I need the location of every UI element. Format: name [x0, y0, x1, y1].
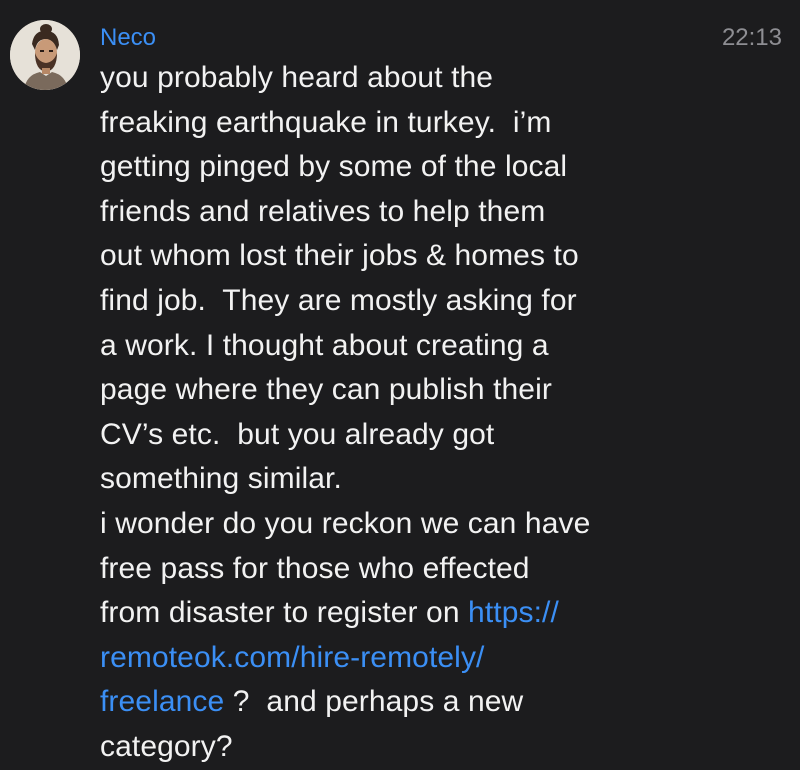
sender-avatar[interactable] — [10, 20, 80, 90]
sender-name[interactable]: Neco — [100, 24, 156, 52]
chat-message: Neco 22:13 you probably heard about the … — [0, 0, 800, 767]
message-body: you probably heard about the freaking ea… — [100, 56, 680, 770]
message-text-part-1: you probably heard about the freaking ea… — [100, 61, 591, 630]
message-timestamp: 22:13 — [721, 24, 782, 51]
user-avatar-photo — [10, 20, 80, 90]
